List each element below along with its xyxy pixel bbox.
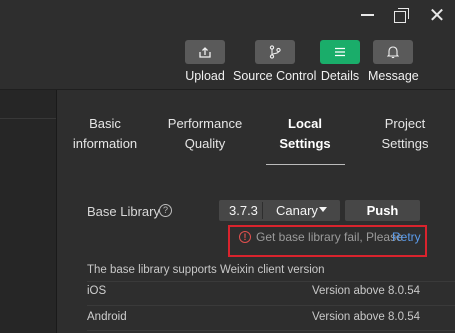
source-control-label: Source Control [233, 69, 317, 83]
details-label: Details [320, 69, 360, 83]
message-label: Message [368, 69, 419, 83]
menu-lines-icon [335, 47, 345, 57]
left-pane [0, 90, 56, 333]
retry-link[interactable]: Retry [392, 230, 421, 244]
channel-value: Canary [276, 203, 318, 218]
ios-version-value: Version above 8.0.54 [311, 285, 420, 297]
row-divider [87, 281, 455, 282]
minimize-button[interactable] [355, 4, 379, 26]
row-divider [87, 305, 455, 306]
row-divider [87, 330, 455, 331]
left-pane-divider [0, 118, 56, 119]
platform-android: Android [87, 311, 127, 323]
toolbar-message[interactable]: Message [368, 40, 419, 83]
pane-splitter[interactable] [56, 90, 57, 333]
android-version-value: Version above 8.0.54 [311, 311, 420, 323]
bell-icon [387, 46, 400, 59]
upload-label: Upload [185, 69, 225, 83]
active-tab-underline [266, 164, 345, 165]
error-icon: ! [239, 231, 251, 243]
title-bar [0, 0, 455, 30]
error-message: Get base library fail, Please [256, 230, 403, 244]
push-button[interactable]: Push [345, 200, 420, 221]
toolbar-source-control[interactable]: Source Control [233, 40, 316, 83]
details-button[interactable] [320, 40, 360, 64]
restore-button[interactable] [389, 4, 413, 26]
upload-button[interactable] [185, 40, 225, 64]
minimize-icon [360, 14, 374, 16]
support-heading: The base library supports Weixin client … [87, 264, 325, 276]
tab-local-settings[interactable]: Local Settings [270, 114, 340, 154]
message-button[interactable] [373, 40, 414, 64]
base-library-version-select[interactable]: 3.7.3 Canary [219, 200, 340, 221]
tab-performance-quality[interactable]: Performance Quality [165, 114, 245, 154]
source-control-button[interactable] [254, 40, 295, 64]
branch-icon [269, 45, 281, 59]
version-value: 3.7.3 [229, 203, 258, 218]
platform-ios: iOS [87, 285, 107, 297]
base-library-label: Base Library [87, 204, 160, 219]
help-icon[interactable]: ? [159, 204, 172, 217]
tab-project-settings[interactable]: Project Settings [376, 114, 434, 154]
close-icon: ✕ [428, 3, 446, 27]
tab-basic-information[interactable]: Basic information [71, 114, 139, 154]
upload-icon [199, 46, 211, 58]
toolbar-upload[interactable]: Upload [185, 40, 225, 83]
select-divider [262, 202, 263, 219]
close-button[interactable]: ✕ [425, 4, 449, 26]
chevron-down-icon [319, 207, 327, 212]
restore-icon [393, 7, 409, 23]
toolbar-divider [0, 89, 455, 90]
toolbar-details[interactable]: Details [320, 40, 360, 83]
